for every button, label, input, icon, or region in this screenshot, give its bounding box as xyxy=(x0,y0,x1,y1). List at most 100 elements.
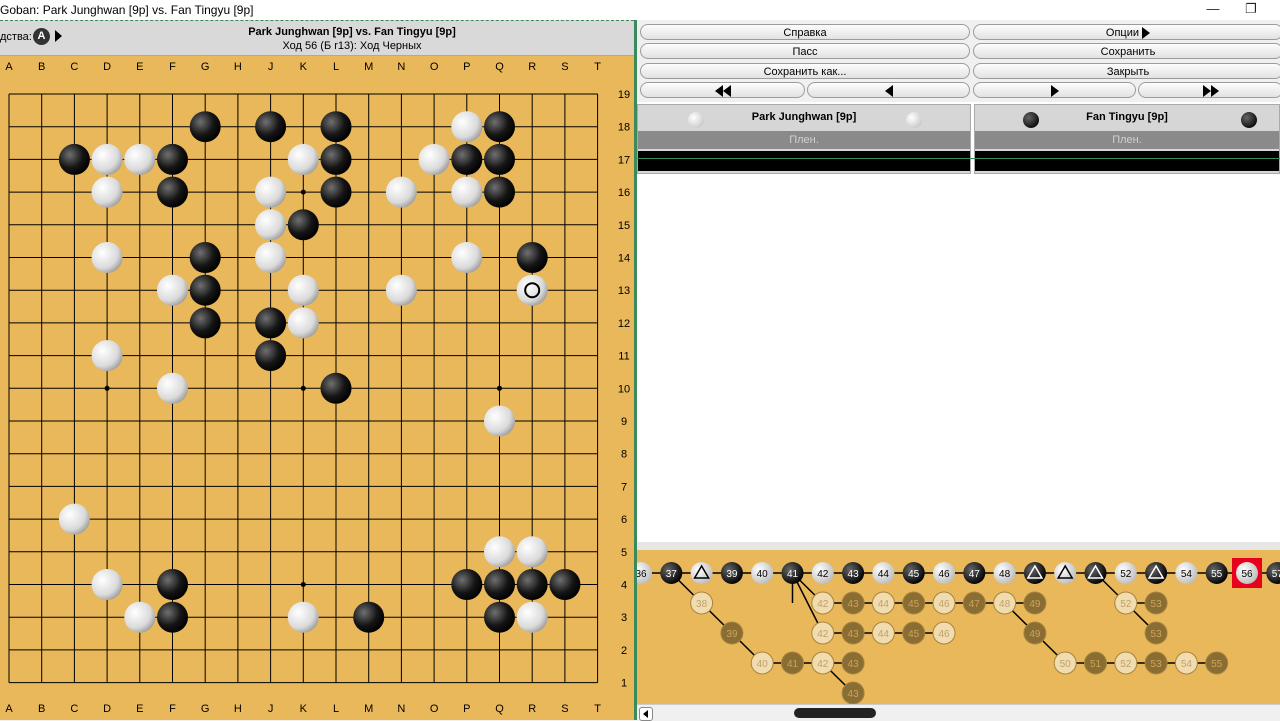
white-stone xyxy=(91,242,123,273)
game-tree[interactable]: 36 37 39 40 41 42 43 44 45 46 47 48 52 54 55 56 57 38 39 40… xyxy=(637,550,1280,704)
tree-move-number: 40 xyxy=(757,569,769,580)
white-stone xyxy=(516,601,548,633)
column-label: Q xyxy=(495,61,504,73)
tree-move-number: 44 xyxy=(878,599,890,610)
tree-move-number: 55 xyxy=(1211,659,1223,670)
white-stone xyxy=(484,536,515,568)
white-stone xyxy=(287,274,319,306)
white-stone xyxy=(91,340,123,372)
minimize-icon[interactable]: — xyxy=(1198,0,1228,20)
save-button[interactable]: Сохранить xyxy=(973,43,1280,59)
tree-splitter[interactable] xyxy=(637,542,1280,550)
black-stone xyxy=(320,111,352,143)
column-label: Q xyxy=(495,703,504,715)
options-label: Опции xyxy=(1105,27,1140,39)
column-label: G xyxy=(201,703,210,715)
row-label: 14 xyxy=(618,253,630,265)
column-label: R xyxy=(528,61,536,73)
tree-move-number: 42 xyxy=(817,629,829,640)
tree-move-number: 54 xyxy=(1181,569,1193,580)
row-label: 3 xyxy=(621,612,627,624)
white-stone xyxy=(124,601,156,633)
a-button[interactable]: A xyxy=(33,28,50,45)
prev-move-button[interactable] xyxy=(807,82,970,98)
black-stone xyxy=(157,601,188,633)
tree-move-number: 36 xyxy=(637,569,647,580)
column-label: N xyxy=(397,703,405,715)
white-stone xyxy=(418,143,450,175)
tree-move-number: 49 xyxy=(1029,629,1041,640)
black-stone xyxy=(157,143,188,175)
row-label: 5 xyxy=(621,547,627,559)
restore-icon[interactable]: ❐ xyxy=(1236,0,1266,20)
first-move-button[interactable] xyxy=(640,82,805,98)
white-player-status: - xyxy=(638,151,970,171)
rewind-icon-2 xyxy=(722,85,731,98)
column-label: H xyxy=(234,703,242,715)
save-as-button[interactable]: Сохранить как... xyxy=(640,63,970,79)
black-stone xyxy=(484,143,515,175)
tree-move-number: 52 xyxy=(1120,599,1132,610)
close-button[interactable]: Закрыть xyxy=(973,63,1280,79)
last-move-button[interactable] xyxy=(1138,82,1280,98)
next-move-button[interactable] xyxy=(973,82,1136,98)
row-label: 11 xyxy=(618,351,629,363)
column-label: L xyxy=(333,703,339,715)
black-stone xyxy=(320,143,352,175)
go-board[interactable]: AABBCCDDEEFFGGHHJJKKLLMMNNOOPPQQRRSSTT19… xyxy=(0,20,634,720)
column-label: T xyxy=(594,61,601,73)
tree-move-number: 45 xyxy=(908,629,920,640)
play-arrow-icon[interactable] xyxy=(55,30,62,42)
white-stone xyxy=(451,111,483,143)
tree-scrollbar[interactable] xyxy=(637,704,1280,721)
tree-move-number: 39 xyxy=(726,569,738,580)
scroll-thumb[interactable] xyxy=(794,708,876,718)
black-stone xyxy=(484,601,515,633)
tree-move-number: 53 xyxy=(1151,599,1163,610)
white-stone xyxy=(385,274,417,306)
tree-move-number: 39 xyxy=(726,629,738,640)
white-player-name: Park Junghwan [9p] xyxy=(751,111,857,123)
column-label: K xyxy=(300,61,308,73)
hoshi-point xyxy=(300,189,306,195)
column-label: S xyxy=(561,61,568,73)
window-titlebar: Goban: Park Junghwan [9p] vs. Fan Tingyu… xyxy=(0,0,1280,21)
options-button[interactable]: Опции xyxy=(973,24,1280,40)
hoshi-point xyxy=(497,385,502,391)
white-stone xyxy=(451,176,483,208)
column-label: F xyxy=(169,703,176,715)
black-player-name: Fan Tingyu [9p] xyxy=(1086,111,1168,123)
help-button[interactable]: Справка xyxy=(640,24,970,40)
black-stone xyxy=(451,143,483,175)
game-title: Park Junghwan [9p] vs. Fan Tingyu [9p] xyxy=(248,26,456,38)
black-stone xyxy=(516,569,548,600)
tools-label: дства: xyxy=(0,31,32,43)
white-stone xyxy=(91,176,123,208)
white-stone xyxy=(255,242,287,273)
tree-move-number: 46 xyxy=(938,599,950,610)
tree-move-number: 46 xyxy=(938,569,950,580)
white-stone xyxy=(58,503,90,535)
white-stone xyxy=(287,601,319,633)
tree-move-number: 45 xyxy=(908,599,920,610)
column-label: B xyxy=(38,61,45,73)
tree-move-number: 44 xyxy=(878,629,890,640)
column-label: P xyxy=(463,61,470,73)
tree-move-number: 49 xyxy=(1029,599,1041,610)
tree-move-number: 47 xyxy=(969,599,981,610)
fast-forward-icon xyxy=(1202,85,1211,98)
tree-move-number: 43 xyxy=(848,659,860,670)
black-stone xyxy=(516,242,548,273)
row-label: 12 xyxy=(618,318,630,330)
scroll-left-icon[interactable] xyxy=(639,707,653,721)
tree-move-number: 50 xyxy=(1060,659,1072,670)
black-stone xyxy=(189,242,221,273)
row-label: 7 xyxy=(621,481,627,493)
tree-move-number: 47 xyxy=(969,569,981,580)
pass-button[interactable]: Пасс xyxy=(640,43,970,59)
black-player-status: - xyxy=(975,151,1279,171)
board-pane: A A B B C C D D E E F F G G H H J J K K L L M M N N O O P P Q Q R R S S T T 19… xyxy=(0,20,634,720)
white-stone xyxy=(287,307,319,339)
next-icon xyxy=(1050,85,1059,98)
tree-move-number: 55 xyxy=(1211,569,1223,580)
